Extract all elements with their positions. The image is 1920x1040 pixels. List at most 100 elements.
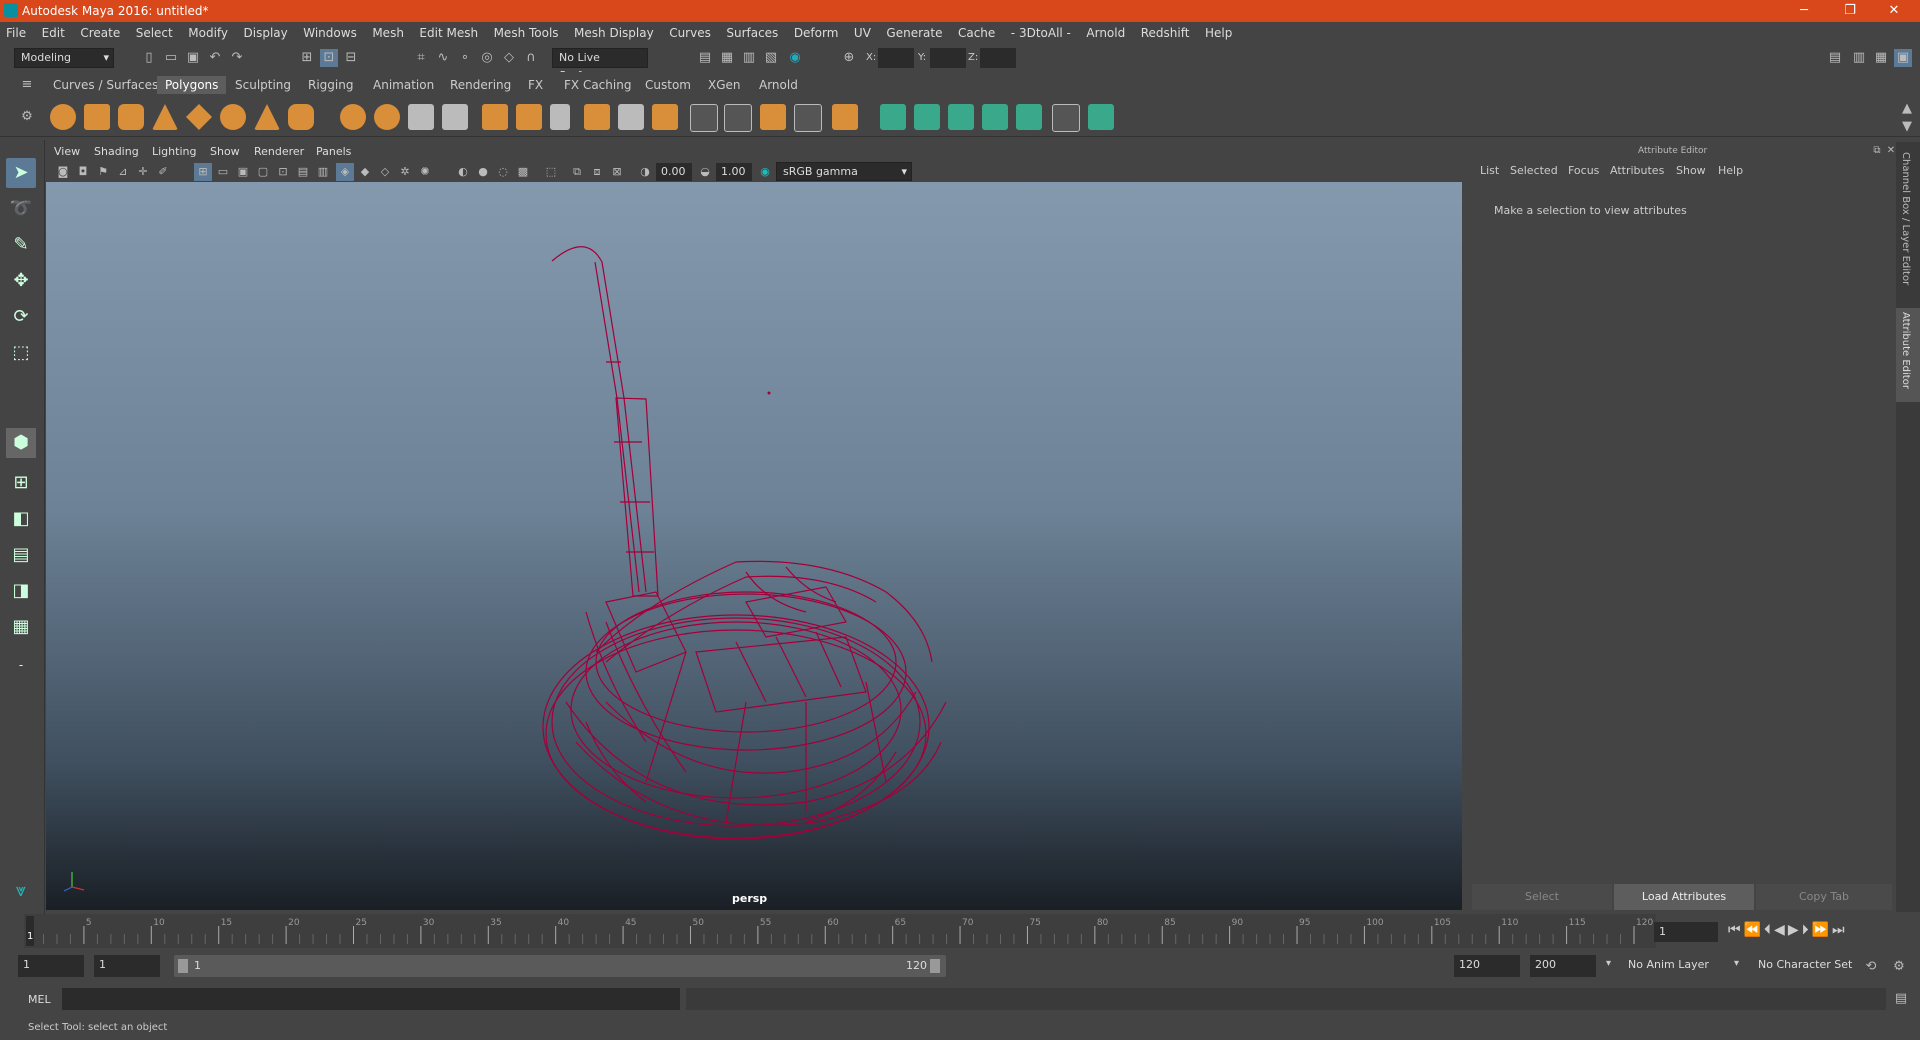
tab-rigging[interactable]: Rigging	[308, 76, 353, 94]
poly-pyramid-icon[interactable]	[254, 104, 280, 130]
color-management-icon[interactable]: ◉	[756, 163, 774, 181]
exposure-icon[interactable]: ◑	[636, 163, 654, 181]
vp-menu-lighting[interactable]: Lighting	[152, 145, 196, 158]
step-forward-icon[interactable]: ⏩	[1812, 922, 1832, 938]
range-end-handle[interactable]	[930, 959, 940, 973]
planar-mapping-icon[interactable]	[880, 104, 906, 130]
mirror-icon[interactable]	[516, 104, 542, 130]
animation-start-field[interactable]: 1	[18, 955, 84, 977]
paint-select-tool-icon[interactable]: ✎	[6, 230, 36, 260]
smooth-shade-icon[interactable]: ◆	[356, 163, 374, 181]
tab-polygons[interactable]: Polygons	[157, 76, 227, 94]
resolution-gate-icon[interactable]: ▣	[234, 163, 252, 181]
menu-set-dropdown[interactable]: Modeling ▾	[14, 48, 114, 68]
2d-pan-zoom-icon[interactable]: ✛	[134, 163, 152, 181]
shelf-scroll-down-icon[interactable]: ▼	[1898, 118, 1916, 136]
tab-xgen[interactable]: XGen	[708, 76, 741, 94]
go-to-end-icon[interactable]: ⏭	[1832, 922, 1848, 938]
film-gate-icon[interactable]: ▭	[214, 163, 232, 181]
menu-select[interactable]: Select	[130, 22, 179, 44]
select-button[interactable]: Select	[1472, 884, 1612, 910]
render-view-icon[interactable]: ▤	[696, 49, 714, 67]
tab-attribute-editor[interactable]: Attribute Editor	[1900, 312, 1911, 389]
center-pivot-icon[interactable]	[832, 104, 858, 130]
range-slider[interactable]: 1 120	[174, 955, 946, 977]
minimize-button[interactable]: ─	[1784, 2, 1824, 20]
ipr-render-icon[interactable]: ▥	[740, 49, 758, 67]
play-forward-icon[interactable]: ▶	[1788, 922, 1802, 938]
current-frame-field[interactable]: 1	[1654, 922, 1718, 942]
gamma-field[interactable]: 1.00	[716, 163, 752, 181]
vp-menu-show[interactable]: Show	[210, 145, 240, 158]
select-component-icon[interactable]: ⊟	[342, 49, 360, 67]
hypershade-layout-icon[interactable]: ▦	[6, 612, 36, 642]
snap-curve-icon[interactable]: ∿	[434, 49, 452, 67]
poly-cylinder-icon[interactable]	[118, 104, 144, 130]
y-field[interactable]	[930, 48, 966, 68]
menu-create[interactable]: Create	[74, 22, 126, 44]
ae-menu-focus[interactable]: Focus	[1568, 164, 1599, 177]
play-backward-icon[interactable]: ◀	[1774, 922, 1788, 938]
step-back-key-icon[interactable]: ⏴	[1764, 922, 1774, 938]
four-view-layout-icon[interactable]: ⊞	[6, 468, 36, 498]
tab-animation[interactable]: Animation	[373, 76, 434, 94]
open-scene-icon[interactable]: ▭	[162, 49, 180, 67]
separate-icon[interactable]	[374, 104, 400, 130]
tab-custom[interactable]: Custom	[645, 76, 691, 94]
poly-sphere-icon[interactable]	[50, 104, 76, 130]
ae-menu-show[interactable]: Show	[1676, 164, 1706, 177]
select-hierarchy-icon[interactable]: ⊞	[298, 49, 316, 67]
reduce-icon[interactable]	[482, 104, 508, 130]
menu-file[interactable]: File	[0, 22, 32, 44]
tab-channel-box[interactable]: Channel Box / Layer Editor	[1900, 152, 1911, 285]
menu-uv[interactable]: UV	[848, 22, 877, 44]
attribute-editor-toggle-icon[interactable]: ▥	[1850, 49, 1868, 67]
modeling-toolkit-icon[interactable]: ▤	[1826, 49, 1844, 67]
step-forward-key-icon[interactable]: ⏵	[1802, 922, 1812, 938]
gate-mask-icon[interactable]: ▢	[254, 163, 272, 181]
insert-edge-loop-icon[interactable]	[724, 104, 752, 132]
time-slider[interactable]: 5 10 15 20 25 30 35 40 45 50 55 60 65 70 75 80 85 90 95 100…	[24, 914, 1656, 948]
render-frame-icon[interactable]: ▦	[718, 49, 736, 67]
exposure-field[interactable]: 0.00	[656, 163, 692, 181]
quad-draw-icon[interactable]	[794, 104, 822, 132]
x-field[interactable]	[878, 48, 914, 68]
fill-hole-icon[interactable]	[652, 104, 678, 130]
lights-icon[interactable]: ✺	[416, 163, 434, 181]
live-surface-field[interactable]: No Live Surface	[552, 48, 648, 82]
tab-curves-surfaces[interactable]: Curves / Surfaces	[53, 76, 158, 94]
textured-icon[interactable]: ✲	[396, 163, 414, 181]
colorspace-dropdown[interactable]: sRGB gamma ▾	[776, 162, 912, 181]
smooth-icon[interactable]	[408, 104, 434, 130]
spherical-mapping-icon[interactable]	[948, 104, 974, 130]
poly-cone-icon[interactable]	[152, 104, 178, 130]
grease-pencil-icon[interactable]: ✐	[154, 163, 172, 181]
step-back-icon[interactable]: ⏪	[1744, 922, 1764, 938]
animation-end-field[interactable]: 200	[1530, 955, 1596, 977]
safe-title-icon[interactable]: ▥	[314, 163, 332, 181]
combine-icon[interactable]	[340, 104, 366, 130]
anti-aliasing-icon[interactable]: ▩	[514, 163, 532, 181]
menu-deform[interactable]: Deform	[788, 22, 845, 44]
vp-menu-shading[interactable]: Shading	[94, 145, 139, 158]
wireframe-on-shaded-icon[interactable]: ◇	[376, 163, 394, 181]
shadows-icon[interactable]: ◐	[454, 163, 472, 181]
render-settings-icon[interactable]: ▧	[762, 49, 780, 67]
scale-tool-icon[interactable]: ⬚	[6, 338, 36, 368]
target-weld-icon[interactable]	[760, 104, 786, 130]
ae-menu-attributes[interactable]: Attributes	[1610, 164, 1664, 177]
move-tool-icon[interactable]: ✥	[6, 266, 36, 296]
menu-modify[interactable]: Modify	[182, 22, 234, 44]
uv-editor-icon[interactable]	[1052, 104, 1080, 132]
shelf-settings-icon[interactable]: ⚙	[18, 108, 36, 126]
gamma-icon[interactable]: ◒	[696, 163, 714, 181]
menu-windows[interactable]: Windows	[297, 22, 363, 44]
vp-menu-renderer[interactable]: Renderer	[254, 145, 304, 158]
camera-attributes-icon[interactable]: ◘	[74, 163, 92, 181]
wireframe-icon[interactable]: ◈	[336, 163, 354, 181]
custom-layout-icon[interactable]: -	[6, 650, 36, 680]
copy-tab-button[interactable]: Copy Tab	[1756, 884, 1892, 910]
safe-action-icon[interactable]: ▤	[294, 163, 312, 181]
menu-edit[interactable]: Edit	[36, 22, 71, 44]
menu-arnold[interactable]: Arnold	[1080, 22, 1131, 44]
